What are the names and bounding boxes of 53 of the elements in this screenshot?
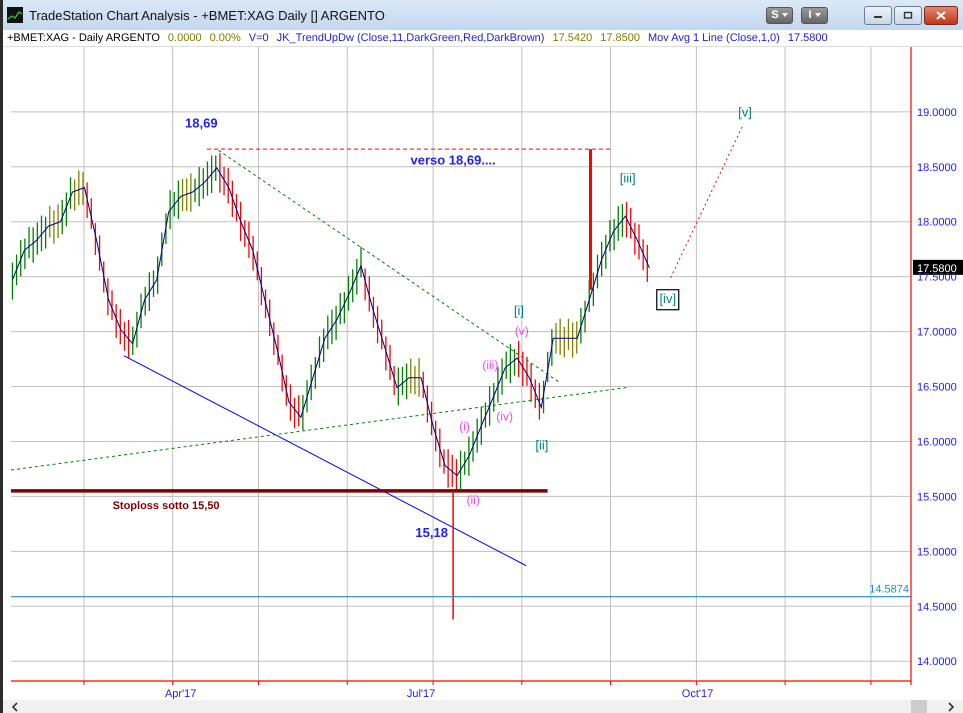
y-axis-label: 18.0000	[917, 216, 957, 229]
legend-text: 0.00%	[210, 32, 241, 44]
chart-annotation: 18,69	[185, 115, 218, 130]
legend-text: +BMET:XAG - Daily ARGENTO	[7, 32, 160, 44]
y-axis-label: 16.0000	[917, 436, 957, 448]
reference-value: 14.5874	[869, 584, 909, 596]
close-icon	[936, 10, 946, 20]
chart-annotation: (v)	[514, 324, 529, 338]
maximize-button[interactable]	[894, 6, 922, 24]
y-axis-label: 14.0000	[917, 656, 957, 668]
toolbar-dropdown-button[interactable]: I	[801, 6, 828, 24]
y-axis-label: 19.0000	[917, 106, 957, 119]
scroll-right-icon[interactable]	[947, 702, 955, 712]
caret-icon	[814, 13, 821, 17]
close-button[interactable]	[924, 6, 958, 24]
chart-annotation: Stoploss sotto 15,50	[112, 500, 220, 512]
chart-annotation: verso 18,69....	[410, 152, 496, 168]
legend-text: Mov Avg 1 Line (Close,1,0)	[648, 32, 780, 44]
chart-annotation: 15,18	[415, 525, 448, 540]
window-title: TradeStation Chart Analysis - +BMET:XAG Daily [] ARGENTO	[29, 8, 386, 22]
minimize-button[interactable]	[864, 6, 892, 24]
chart-annotation: (ii)	[466, 492, 480, 507]
legend-text: 0.0000	[168, 32, 202, 44]
y-axis-label: 17.0000	[917, 326, 957, 339]
y-axis-label: 15.0000	[917, 546, 957, 558]
boxed-wave-label: [iv]	[656, 289, 680, 310]
chart-annotation: [i]	[514, 303, 524, 318]
y-axis-label: 18.5000	[917, 162, 957, 174]
chart-app-icon	[7, 7, 23, 23]
legend-text: JK_TrendUpDw (Close,11,DarkGreen,Red,DarkBrown)	[276, 32, 544, 44]
y-axis-label: 14.5000	[917, 601, 957, 614]
horizontal-scrollbar[interactable]	[3, 700, 963, 713]
scroll-thumb[interactable]	[911, 700, 927, 713]
y-axis-label: 16.5000	[917, 382, 957, 394]
caret-icon	[782, 13, 788, 17]
scroll-left-icon[interactable]	[11, 702, 19, 712]
chart-annotation: (iv)	[496, 409, 513, 424]
toolbar-dropdown-button[interactable]: S	[766, 6, 793, 24]
chart-annotation: (iii)	[482, 358, 498, 372]
legend-text: V=0	[248, 32, 269, 44]
x-axis-label: Jul'17	[406, 688, 436, 700]
maximize-icon	[903, 11, 913, 19]
chart-annotation: (i)	[459, 419, 470, 434]
chart-annotation: [iii]	[620, 170, 636, 186]
y-axis-label: 15.5000	[917, 491, 957, 504]
x-axis-label: Oct'17	[682, 688, 714, 700]
legend-text: 17.8500	[600, 32, 640, 44]
chart-annotation: [v]	[738, 104, 752, 120]
legend-text: 17.5420	[552, 32, 592, 44]
chart-annotation: [ii]	[535, 437, 548, 452]
legend-text: 17.5800	[788, 32, 828, 44]
x-axis-label: Apr'17	[164, 688, 196, 700]
annotation: [iv]	[659, 291, 676, 306]
